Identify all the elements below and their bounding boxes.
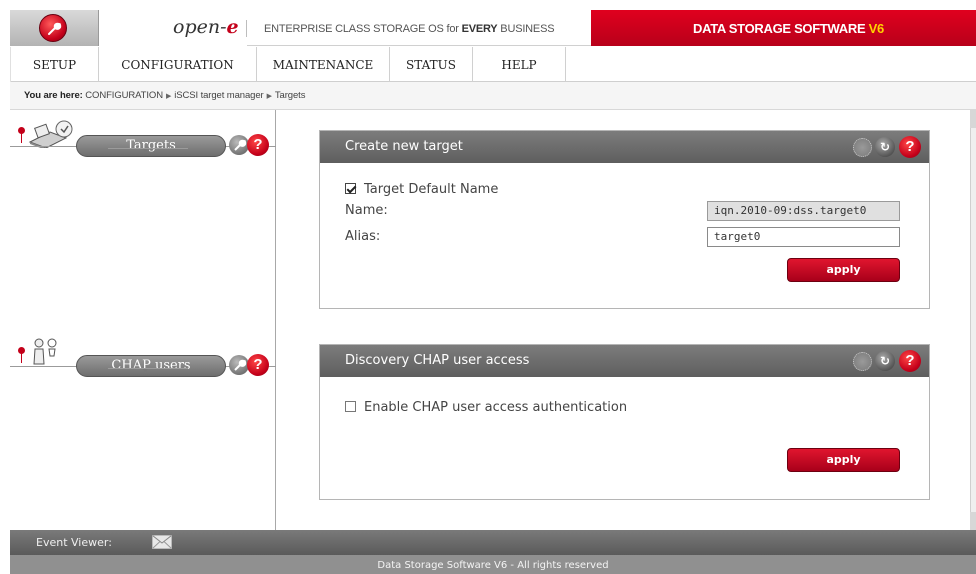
panel-header: Create new target ↻ ? — [320, 131, 929, 163]
name-field[interactable]: iqn.2010-09:dss.target0 — [707, 201, 900, 221]
chap-tools: ? — [218, 354, 276, 378]
discovery-chap-panel: Discovery CHAP user access ↻ ? Enable CH… — [319, 344, 930, 500]
menu-status[interactable]: STATUS — [390, 47, 473, 82]
alias-field[interactable]: target0 — [707, 227, 900, 247]
breadcrumb: You are here: CONFIGURATION ▶ iSCSI target… — [10, 82, 976, 110]
default-name-checkbox[interactable] — [345, 183, 356, 194]
menu-maintenance[interactable]: MAINTENANCE — [257, 47, 390, 82]
refresh-icon[interactable]: ↻ — [875, 351, 895, 371]
pin-line — [21, 353, 22, 363]
slogan: ENTERPRISE CLASS STORAGE OS for EVERY BU… — [264, 23, 555, 35]
breadcrumb-prefix: You are here: — [24, 90, 83, 101]
help-icon[interactable]: ? — [899, 350, 921, 372]
main-content: Create new target ↻ ? Target Default Nam… — [277, 110, 970, 530]
panel-icons: ↻ ? — [847, 349, 923, 373]
menu-configuration[interactable]: CONFIGURATION — [99, 47, 257, 82]
slogan-bold: EVERY — [461, 23, 498, 35]
apply-button[interactable]: apply — [787, 258, 900, 282]
create-target-panel: Create new target ↻ ? Target Default Nam… — [319, 130, 930, 309]
slogan-pre: ENTERPRISE CLASS STORAGE OS for — [264, 23, 462, 35]
default-name-label: Target Default Name — [364, 182, 499, 197]
footer: Data Storage Software V6 - All rights re… — [10, 555, 976, 574]
breadcrumb-item[interactable]: Targets — [275, 90, 306, 101]
product-banner: DATA STORAGE SOFTWARE V6 — [591, 10, 976, 46]
panel-icons: ↻ ? — [847, 135, 923, 159]
breadcrumb-arrow-icon: ▶ — [165, 93, 172, 100]
wrench-icon[interactable] — [229, 355, 249, 375]
default-name-row: Target Default Name — [345, 182, 498, 197]
product-name: DATA STORAGE SOFTWARE — [693, 21, 869, 36]
breadcrumb-item[interactable]: CONFIGURATION — [85, 90, 163, 101]
breadcrumb-arrow-icon: ▶ — [266, 93, 272, 100]
targets-tab[interactable]: Targets — [76, 135, 226, 157]
target-drive-icon — [26, 120, 74, 152]
tab-underline — [108, 148, 188, 149]
scroll-up-button[interactable] — [970, 110, 976, 128]
main-menu: SETUP CONFIGURATION MAINTENANCE STATUS H… — [10, 47, 976, 82]
menu-help[interactable]: HELP — [473, 47, 566, 82]
notch-icon: ▼ — [143, 148, 148, 155]
top-margin — [0, 0, 976, 10]
app-header: open-e ENTERPRISE CLASS STORAGE OS for E… — [10, 10, 976, 46]
scroll-down-button[interactable] — [970, 512, 976, 530]
pin-line — [21, 133, 22, 143]
wrench-icon[interactable] — [229, 135, 249, 155]
targets-tools: ? — [218, 134, 276, 158]
help-icon[interactable]: ? — [899, 136, 921, 158]
loading-icon — [853, 138, 872, 157]
menu-setup[interactable]: SETUP — [10, 47, 99, 82]
refresh-icon[interactable]: ↻ — [875, 137, 895, 157]
panel-title: Discovery CHAP user access — [345, 353, 530, 368]
panel-title: Create new target — [345, 139, 463, 154]
users-icon — [30, 336, 60, 370]
panel-header: Discovery CHAP user access ↻ ? — [320, 345, 929, 377]
vertical-scrollbar[interactable] — [970, 110, 976, 530]
apply-button[interactable]: apply — [787, 448, 900, 472]
help-icon[interactable]: ? — [247, 134, 269, 156]
name-label: Name: — [345, 203, 388, 218]
help-icon[interactable]: ? — [247, 354, 269, 376]
alias-label: Alias: — [345, 229, 381, 244]
product-version: V6 — [868, 21, 885, 36]
brand-prefix: open- — [173, 16, 227, 38]
breadcrumb-item[interactable]: iSCSI target manager — [174, 90, 263, 101]
enable-chap-row: Enable CHAP user access authentication — [345, 400, 627, 415]
sidebar-chap-header: CHAP users ? ▼ — [10, 330, 276, 378]
enable-chap-label: Enable CHAP user access authentication — [364, 400, 628, 415]
sidebar-targets-header: Targets ? ▼ — [10, 110, 276, 158]
notch-icon: ▼ — [143, 368, 148, 375]
mail-icon[interactable] — [152, 535, 172, 549]
enable-chap-checkbox[interactable] — [345, 401, 356, 412]
loading-icon — [853, 352, 872, 371]
slogan-post: BUSINESS — [497, 23, 555, 35]
wrench-logo-icon — [39, 14, 67, 42]
sidebar: Targets ? ▼ CHAP users ? ▼ — [10, 110, 276, 530]
logo-box[interactable] — [10, 10, 99, 46]
left-margin — [0, 10, 10, 574]
event-viewer-label: Event Viewer: — [36, 536, 112, 549]
brand-separator — [246, 20, 247, 37]
tab-underline — [108, 368, 188, 369]
chap-users-tab[interactable]: CHAP users — [76, 355, 226, 377]
brand-suffix: e — [226, 16, 239, 38]
brand-logo: open-e — [99, 10, 247, 46]
event-viewer-bar: Event Viewer: — [10, 530, 976, 555]
